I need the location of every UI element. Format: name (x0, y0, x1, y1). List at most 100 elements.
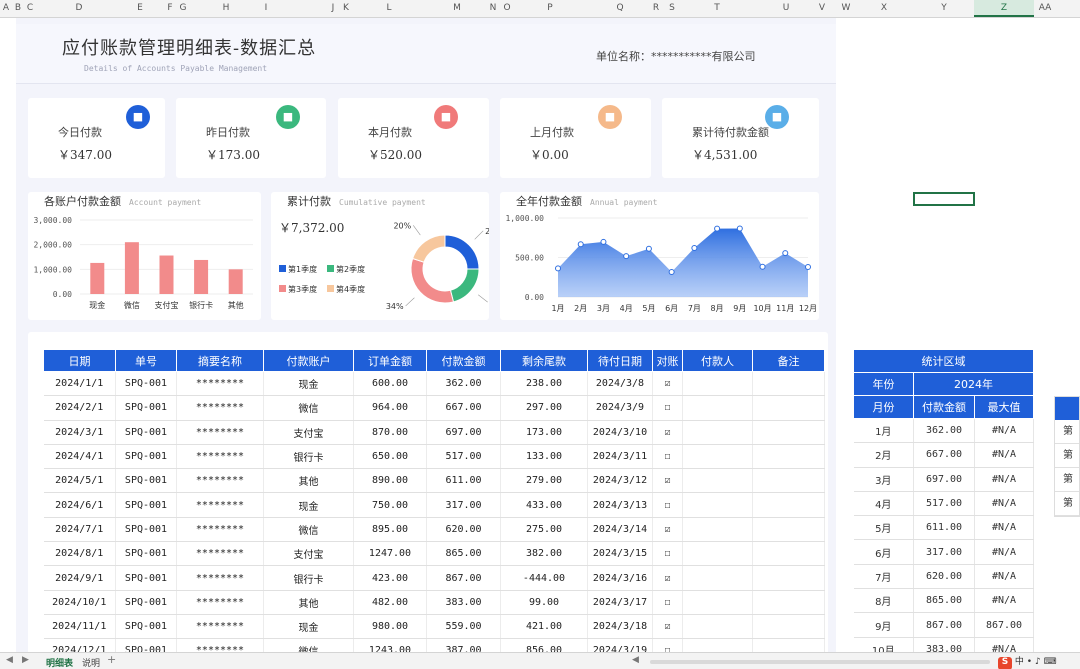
column-header-k[interactable]: K (343, 3, 349, 13)
table-cell[interactable]: ******** (176, 371, 264, 397)
table-cell[interactable]: 微信 (263, 395, 354, 421)
table-cell[interactable]: 2024/3/14 (587, 517, 653, 543)
table-cell[interactable]: ******** (176, 517, 264, 543)
table-cell[interactable]: 2024/3/15 (587, 541, 653, 567)
table-cell[interactable]: 895.00 (353, 517, 427, 543)
table-cell[interactable]: ******** (176, 614, 264, 640)
table-cell[interactable]: 其他 (263, 590, 354, 615)
column-header-l[interactable]: L (386, 3, 391, 13)
column-header-t[interactable]: T (714, 3, 720, 13)
table-cell[interactable]: 297.00 (500, 395, 588, 421)
table-cell[interactable]: 2024/4/1 (43, 444, 116, 470)
stats-cell[interactable]: #N/A (974, 442, 1034, 468)
table-cell[interactable]: 433.00 (500, 492, 588, 518)
stats-year-value[interactable]: 2024年 (913, 372, 1034, 396)
stats-cell[interactable]: 362.00 (913, 418, 975, 444)
stats-cell[interactable]: 5月 (853, 515, 914, 541)
stats-cell[interactable]: #N/A (974, 515, 1034, 541)
table-cell[interactable]: SPQ-001 (115, 541, 177, 567)
table-cell[interactable]: 现金 (263, 492, 354, 518)
table-cell[interactable]: 2024/3/16 (587, 565, 653, 591)
table-cell[interactable] (752, 444, 825, 470)
column-header-c[interactable]: C (27, 3, 33, 13)
stats-cell[interactable]: 867.00 (974, 612, 1034, 638)
table-cell[interactable] (752, 541, 825, 567)
table-cell[interactable] (682, 492, 753, 518)
table-cell[interactable]: 2024/3/13 (587, 492, 653, 518)
table-cell[interactable]: ******** (176, 395, 264, 421)
prev-sheet-icon[interactable]: ◀ (6, 655, 13, 665)
table-cell[interactable]: 现金 (263, 371, 354, 397)
column-header-y[interactable]: Y (941, 3, 947, 13)
table-cell[interactable]: 559.00 (426, 614, 501, 640)
ime-indicator[interactable]: S 中 • ♪ ⌨ (998, 654, 1057, 669)
table-cell[interactable]: 2024/5/1 (43, 468, 116, 494)
column-header-e[interactable]: E (137, 3, 143, 13)
table-cell[interactable] (752, 517, 825, 543)
table-cell[interactable]: 611.00 (426, 468, 501, 494)
table-cell[interactable]: 2024/3/8 (587, 371, 653, 397)
table-cell[interactable]: 750.00 (353, 492, 427, 518)
stats-cell[interactable]: 1月 (853, 418, 914, 444)
table-cell[interactable]: ******** (176, 468, 264, 494)
table-cell[interactable] (682, 517, 753, 543)
reconcile-checkbox[interactable]: ☐ (652, 395, 683, 421)
stats-cell[interactable]: 8月 (853, 588, 914, 614)
table-cell[interactable]: 2024/3/18 (587, 614, 653, 640)
table-cell[interactable]: 银行卡 (263, 444, 354, 470)
table-cell[interactable]: 2024/2/1 (43, 395, 116, 421)
partial-cell[interactable]: 第 (1055, 420, 1079, 444)
table-cell[interactable]: 2024/6/1 (43, 492, 116, 518)
table-cell[interactable]: 482.00 (353, 590, 427, 615)
table-cell[interactable]: 银行卡 (263, 565, 354, 591)
column-header-d[interactable]: D (76, 3, 83, 13)
due-date-header[interactable]: 待付日期 (587, 349, 653, 372)
stats-cell[interactable]: #N/A (974, 467, 1034, 492)
remark-header[interactable]: 备注 (752, 349, 825, 372)
table-cell[interactable] (682, 420, 753, 445)
stats-cell[interactable]: #N/A (974, 564, 1034, 590)
table-cell[interactable]: 650.00 (353, 444, 427, 470)
table-cell[interactable]: 382.00 (500, 541, 588, 567)
table-cell[interactable] (682, 395, 753, 421)
table-cell[interactable]: SPQ-001 (115, 420, 177, 445)
table-cell[interactable] (682, 565, 753, 591)
reconcile-checkbox[interactable]: ☐ (652, 492, 683, 518)
table-cell[interactable]: 421.00 (500, 614, 588, 640)
summary-header[interactable]: 摘要名称 (176, 349, 264, 372)
stats-cell[interactable]: #N/A (974, 588, 1034, 614)
stats-cell[interactable]: 865.00 (913, 588, 975, 614)
table-cell[interactable]: 2024/3/17 (587, 590, 653, 615)
reconcile-checkbox[interactable]: ☐ (652, 541, 683, 567)
table-cell[interactable]: 238.00 (500, 371, 588, 397)
table-cell[interactable]: 2024/9/1 (43, 565, 116, 591)
stats-cell[interactable]: 697.00 (913, 467, 975, 492)
table-cell[interactable]: SPQ-001 (115, 395, 177, 421)
table-cell[interactable]: 支付宝 (263, 420, 354, 445)
table-cell[interactable]: ******** (176, 565, 264, 591)
table-cell[interactable]: 870.00 (353, 420, 427, 445)
table-cell[interactable]: SPQ-001 (115, 371, 177, 397)
stats-cell[interactable]: 3月 (853, 467, 914, 492)
table-cell[interactable] (752, 614, 825, 640)
add-sheet-icon[interactable]: + (107, 653, 116, 666)
stats-cell[interactable]: 4月 (853, 491, 914, 517)
table-cell[interactable]: 423.00 (353, 565, 427, 591)
table-cell[interactable] (752, 420, 825, 445)
table-cell[interactable]: SPQ-001 (115, 590, 177, 615)
table-cell[interactable] (682, 541, 753, 567)
table-cell[interactable]: SPQ-001 (115, 444, 177, 470)
table-cell[interactable]: 微信 (263, 517, 354, 543)
column-header-i[interactable]: I (265, 3, 268, 13)
table-cell[interactable] (682, 614, 753, 640)
table-cell[interactable]: SPQ-001 (115, 565, 177, 591)
balance-header[interactable]: 剩余尾款 (500, 349, 588, 372)
table-cell[interactable]: SPQ-001 (115, 614, 177, 640)
table-cell[interactable]: 2024/3/9 (587, 395, 653, 421)
table-cell[interactable]: 支付宝 (263, 541, 354, 567)
table-cell[interactable]: ******** (176, 590, 264, 615)
stats-cell[interactable]: 620.00 (913, 564, 975, 590)
column-header-a[interactable]: A (3, 3, 9, 13)
column-header-q[interactable]: Q (616, 3, 623, 13)
table-cell[interactable]: 2024/3/12 (587, 468, 653, 494)
